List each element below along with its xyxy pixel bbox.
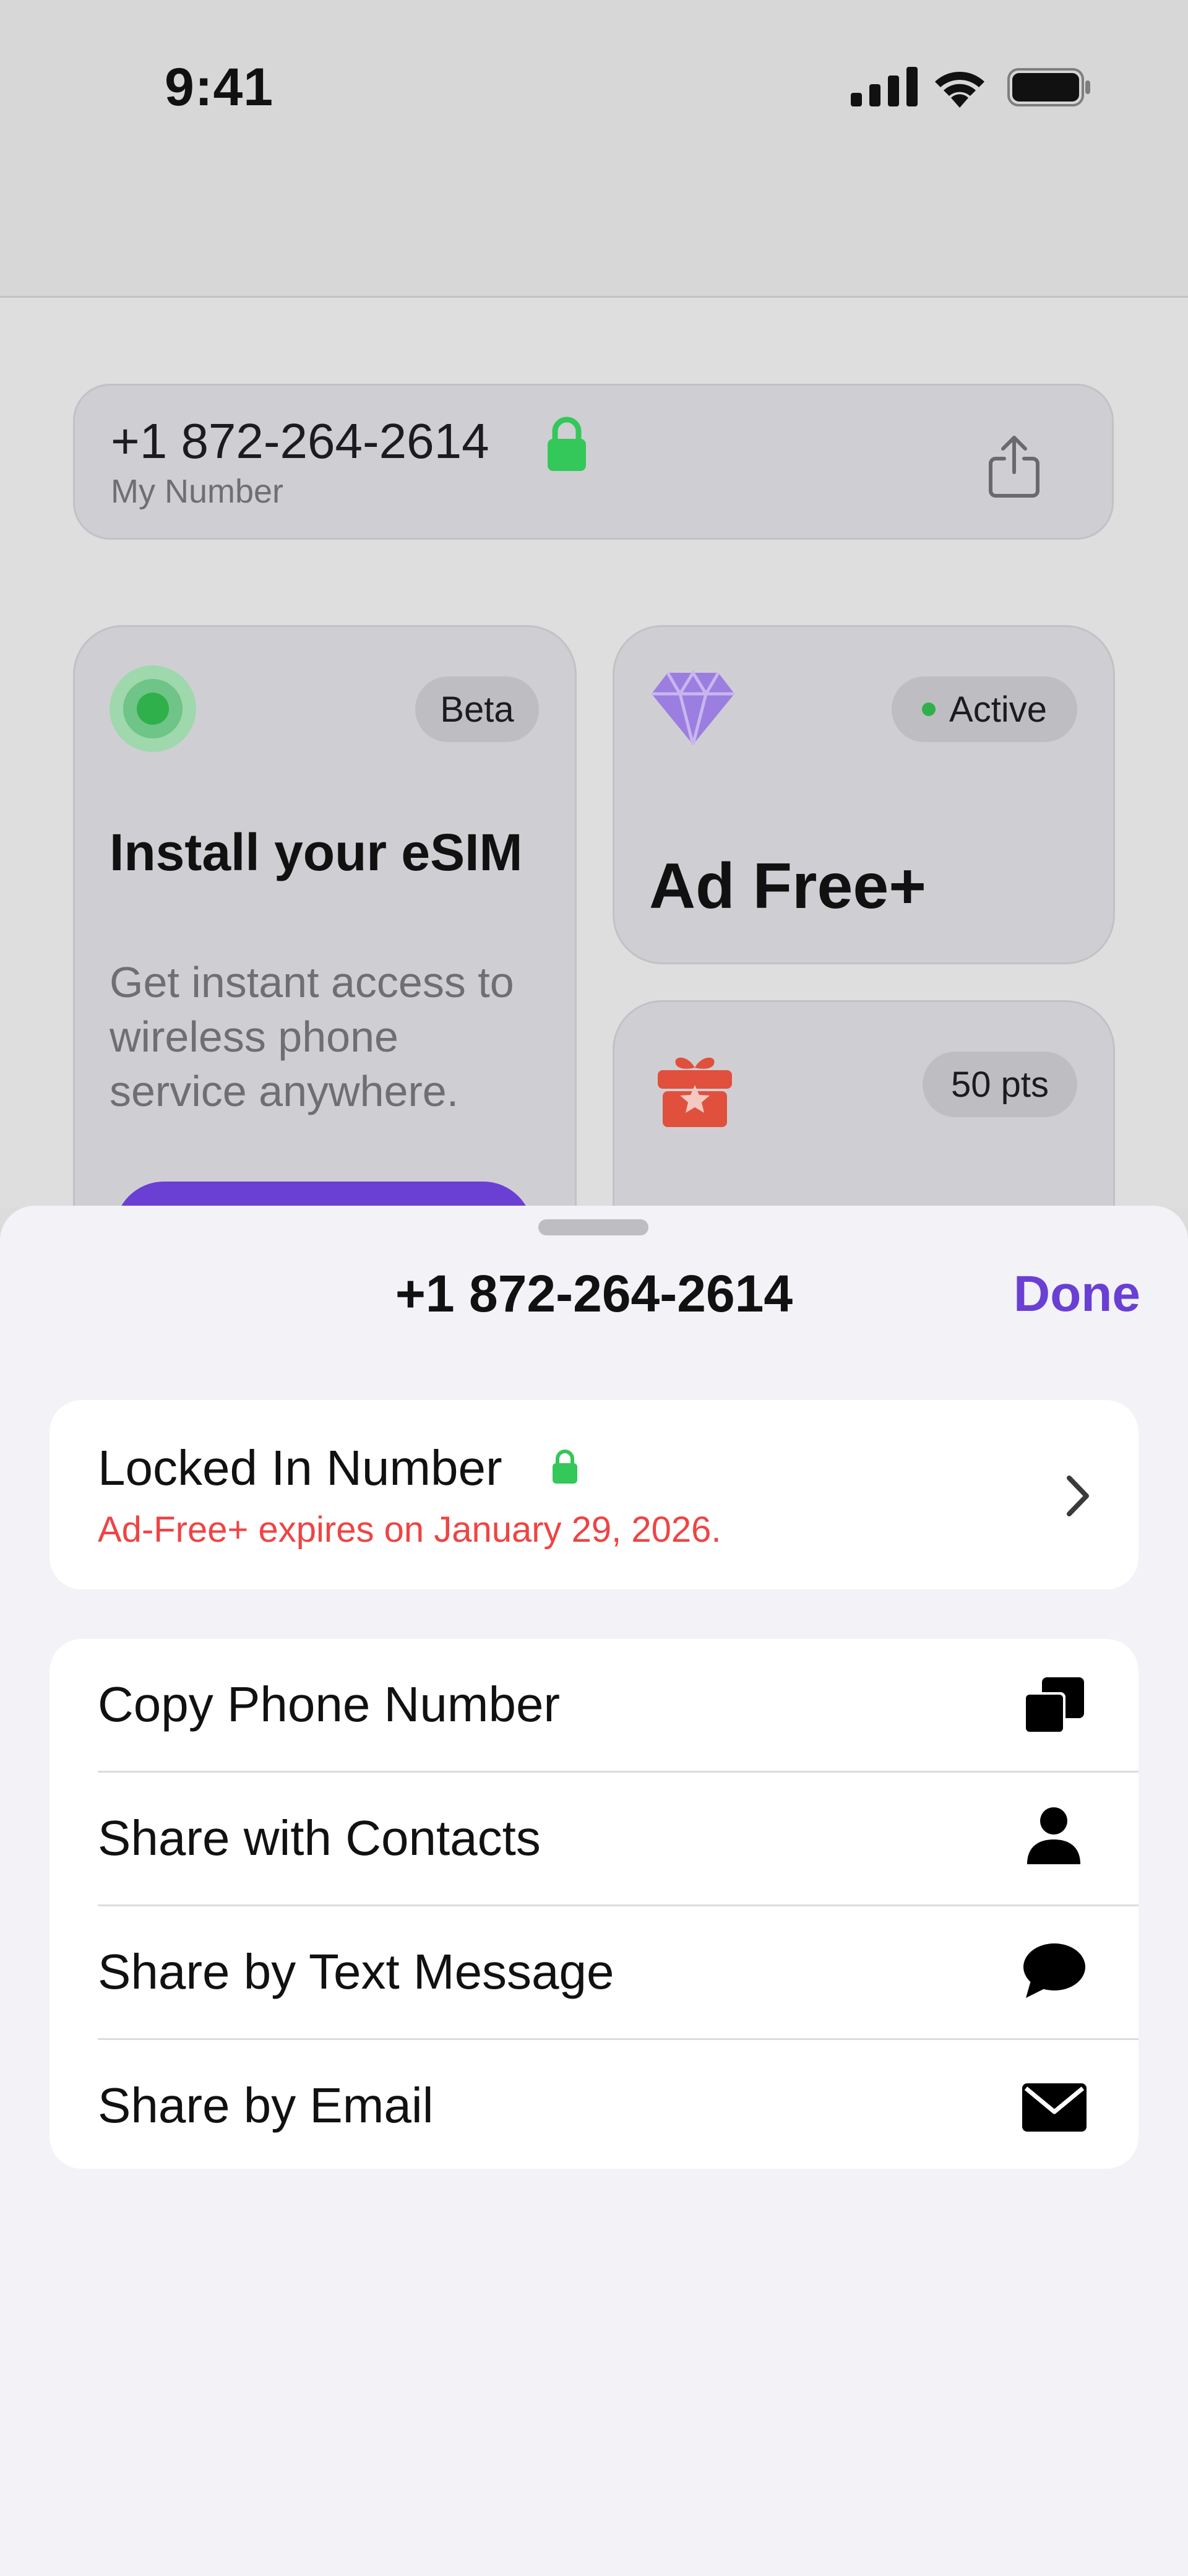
locked-in-number-title: Locked In Number bbox=[98, 1440, 502, 1495]
ad-free-title: Ad Free+ bbox=[649, 850, 926, 922]
cellular-signal-icon bbox=[851, 67, 918, 106]
share-by-text-message-row[interactable]: Share by Text Message bbox=[50, 1906, 1138, 2039]
share-actions-list: Copy Phone Number Share with Contacts Sh… bbox=[50, 1639, 1138, 2169]
my-number-value: +1 872-264-2614 bbox=[111, 413, 489, 469]
share-icon[interactable] bbox=[984, 434, 1044, 498]
active-badge-label: Active bbox=[949, 689, 1047, 730]
locked-in-number-row[interactable]: Locked In Number Ad-Free+ expires on Jan… bbox=[50, 1400, 1138, 1589]
copy-icon bbox=[1023, 1677, 1084, 1734]
esim-tile[interactable]: Beta Install your eSIM Get instant acces… bbox=[73, 625, 577, 1306]
share-number-sheet: +1 872-264-2614 Done Locked In Number Ad… bbox=[0, 1206, 1188, 2576]
message-bubble-icon bbox=[1023, 1943, 1085, 1998]
my-number-label: My Number bbox=[111, 473, 284, 510]
active-badge: Active bbox=[892, 676, 1077, 742]
wifi-icon bbox=[935, 72, 984, 108]
share-by-text-message-label: Share by Text Message bbox=[98, 1944, 614, 1999]
share-with-contacts-label: Share with Contacts bbox=[98, 1810, 541, 1865]
esim-status-icon bbox=[110, 665, 196, 752]
share-by-email-label: Share by Email bbox=[98, 2078, 434, 2133]
sheet-grabber[interactable] bbox=[538, 1219, 648, 1235]
status-bar: 9:41 bbox=[0, 0, 1188, 298]
sheet-title: +1 872-264-2614 bbox=[395, 1264, 793, 1323]
lock-icon bbox=[553, 1450, 577, 1484]
active-status-dot bbox=[922, 702, 936, 716]
envelope-icon bbox=[1022, 2083, 1087, 2132]
person-icon bbox=[1027, 1807, 1080, 1864]
gift-icon bbox=[658, 1057, 732, 1127]
my-number-card[interactable]: +1 872-264-2614 My Number bbox=[73, 384, 1114, 540]
copy-phone-number-row[interactable]: Copy Phone Number bbox=[50, 1639, 1138, 1772]
battery-icon bbox=[1007, 68, 1090, 106]
points-badge: 50 pts bbox=[923, 1052, 1077, 1117]
chevron-right-icon bbox=[1067, 1476, 1089, 1516]
done-button[interactable]: Done bbox=[1014, 1265, 1140, 1323]
share-by-email-row[interactable]: Share by Email bbox=[50, 2040, 1138, 2169]
lock-icon bbox=[548, 417, 586, 471]
esim-title: Install your eSIM bbox=[110, 823, 523, 881]
copy-phone-number-label: Copy Phone Number bbox=[98, 1677, 561, 1732]
ad-free-tile[interactable]: Active Ad Free+ bbox=[613, 625, 1115, 964]
esim-description: Get instant access to wireless phone ser… bbox=[110, 958, 514, 1115]
status-time: 9:41 bbox=[165, 58, 274, 117]
diamond-icon bbox=[652, 670, 734, 745]
share-with-contacts-row[interactable]: Share with Contacts bbox=[50, 1773, 1138, 1906]
beta-badge: Beta bbox=[415, 676, 539, 742]
ad-free-expiry-text: Ad-Free+ expires on January 29, 2026. bbox=[98, 1510, 721, 1550]
